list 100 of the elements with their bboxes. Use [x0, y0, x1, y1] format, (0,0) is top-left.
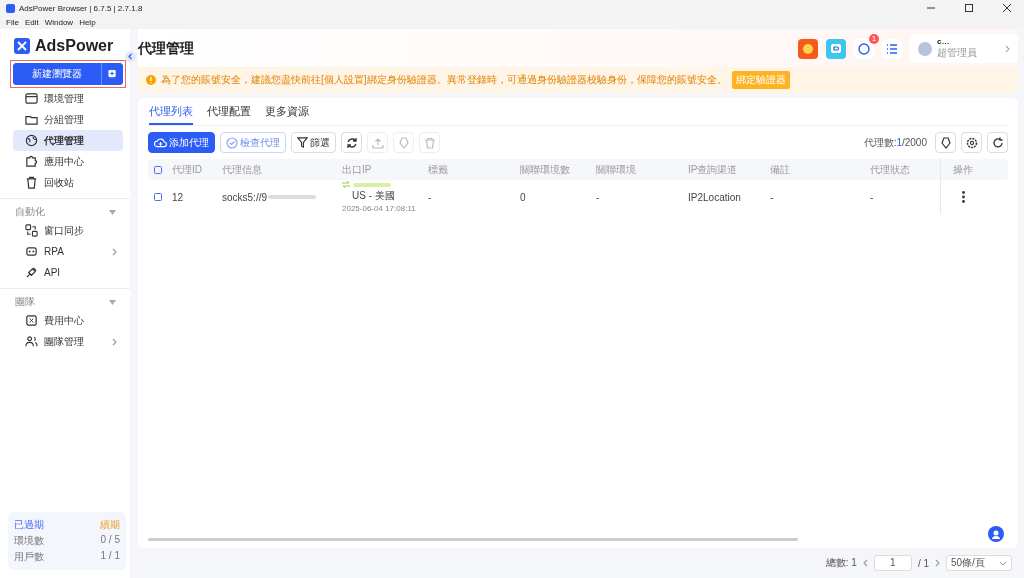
timestamp: 2025-06-04 17:08:11: [342, 204, 416, 213]
maximize-icon[interactable]: [965, 4, 973, 12]
chevron-icon: [112, 337, 117, 346]
coin-icon[interactable]: [798, 38, 818, 59]
section-heading: 自動化: [15, 205, 45, 219]
menu-item[interactable]: Edit: [24, 18, 39, 27]
table-cell-text: 12: [172, 191, 185, 203]
column-header: 代理ID: [172, 162, 203, 177]
sidebar-item[interactable]: 團隊管理: [13, 331, 123, 352]
menu-item[interactable]: Window: [44, 18, 74, 27]
page-title: 代理管理: [138, 39, 194, 58]
close-icon[interactable]: [1003, 4, 1011, 12]
table-cell: socks5://9: [222, 191, 268, 203]
sidebar-item[interactable]: 環境管理: [13, 88, 123, 109]
avatar-icon: [918, 41, 932, 56]
column-header: 關聯環境數: [520, 162, 571, 177]
refresh-icon: [345, 136, 358, 149]
upload-icon: [371, 136, 384, 149]
collapse-icon[interactable]: [109, 209, 116, 215]
table-cell-text: -: [870, 191, 875, 203]
column-header: 關聯環境: [596, 162, 637, 177]
stat-value: 0 / 5: [100, 534, 120, 547]
app-logo-icon: [6, 3, 15, 13]
add-icon: [108, 69, 117, 79]
next-page-icon[interactable]: [935, 559, 940, 567]
table-cell-text: IP2Location: [688, 191, 742, 203]
filter-icon: [297, 137, 308, 148]
add-proxy-button[interactable]: 添加代理: [148, 132, 215, 153]
stat-label: 環境數: [14, 534, 44, 548]
sidebar-item[interactable]: RPA: [13, 241, 123, 262]
chat-icon[interactable]: [826, 38, 846, 59]
more-icon[interactable]: [961, 191, 965, 203]
page-size-select[interactable]: 50條/頁: [946, 555, 1012, 571]
trash-icon: [25, 176, 38, 189]
page-total: / 1: [917, 557, 929, 569]
list-icon[interactable]: [882, 38, 902, 59]
caret-icon: [999, 560, 1007, 566]
notification-badge: 1: [869, 33, 879, 44]
total-count: 總數: 1: [825, 556, 857, 570]
sidebar-item[interactable]: 代理管理: [13, 130, 123, 151]
column-header: 備註: [770, 162, 791, 177]
proxy-count: 代理數:1/2000: [863, 135, 927, 150]
sidebar-item[interactable]: 分組管理: [13, 109, 123, 130]
reload-button[interactable]: [987, 132, 1008, 153]
tag-button[interactable]: [935, 132, 956, 153]
scrollbar[interactable]: [148, 537, 798, 541]
sidebar-item[interactable]: 回收站: [13, 172, 123, 193]
redacted-bar: [353, 182, 391, 187]
notice-text: 為了您的賬號安全，建議您盡快前往[個人設置]綁定身份驗證器。異常登錄時，可通過身份驗證器校驗身份，保障您的賬號安全。: [161, 73, 727, 87]
tag-icon: [939, 136, 952, 149]
stat-label: 用戶數: [14, 550, 44, 564]
chevron-icon: [112, 247, 117, 256]
check-icon: [226, 136, 238, 149]
window-icon: [25, 92, 38, 105]
collapse-icon[interactable]: [109, 299, 116, 305]
table-cell-text: -: [428, 191, 433, 203]
robot-icon: [25, 245, 38, 258]
menu-item[interactable]: File: [6, 18, 19, 27]
collapse-sidebar-icon[interactable]: [125, 51, 136, 62]
previous-page-icon[interactable]: [862, 559, 868, 567]
window-title: AdsPower Browser | 6.7.5 | 2.7.1.8: [19, 3, 143, 13]
tag-icon: [397, 136, 410, 149]
sidebar-item[interactable]: API: [13, 262, 123, 283]
page-input[interactable]: 1: [873, 555, 912, 571]
cloud-icon: [154, 137, 167, 148]
support-icon[interactable]: [988, 526, 1004, 542]
tab[interactable]: 代理配置: [207, 98, 251, 125]
add-button[interactable]: [101, 63, 123, 85]
tab[interactable]: 代理列表: [149, 98, 193, 125]
plan-status: 已過期: [14, 518, 44, 532]
chevron-icon: [1005, 44, 1010, 53]
section-heading: 團隊: [15, 295, 35, 309]
redacted-bar: [268, 195, 317, 199]
menu-item[interactable]: Help: [79, 18, 96, 27]
sidebar-item[interactable]: 應用中心: [13, 151, 123, 172]
column-header: 代理狀态: [870, 162, 911, 177]
plug-icon: [25, 266, 38, 279]
filter-button[interactable]: 篩選: [291, 132, 336, 153]
refresh-button[interactable]: [341, 132, 362, 153]
column-header: IP查詢渠道: [688, 162, 739, 177]
puzzle-icon: [25, 155, 38, 168]
sidebar-item[interactable]: 窗口同步: [13, 220, 123, 241]
globe-icon: [25, 134, 38, 147]
sidebar-item[interactable]: 費用中心: [13, 310, 123, 331]
minimize-icon[interactable]: [927, 4, 935, 12]
select-all-checkbox[interactable]: [154, 165, 162, 174]
user-menu[interactable]: c… 超管理員: [910, 34, 1018, 63]
table-cell-text: 0: [520, 191, 527, 203]
settings-button[interactable]: [961, 132, 982, 153]
column-header: 標籤: [428, 162, 449, 177]
tab[interactable]: 更多資源: [265, 98, 309, 125]
folder-icon: [25, 113, 38, 126]
column-header: 出口IP: [342, 162, 373, 177]
row-checkbox[interactable]: [154, 193, 162, 201]
settings-icon: [965, 136, 978, 149]
user-name: c…: [937, 37, 951, 46]
wallet-icon: [25, 314, 38, 327]
user-role: 超管理員: [937, 46, 978, 60]
logo-icon: [14, 38, 30, 54]
column-header: 操作: [940, 159, 985, 180]
